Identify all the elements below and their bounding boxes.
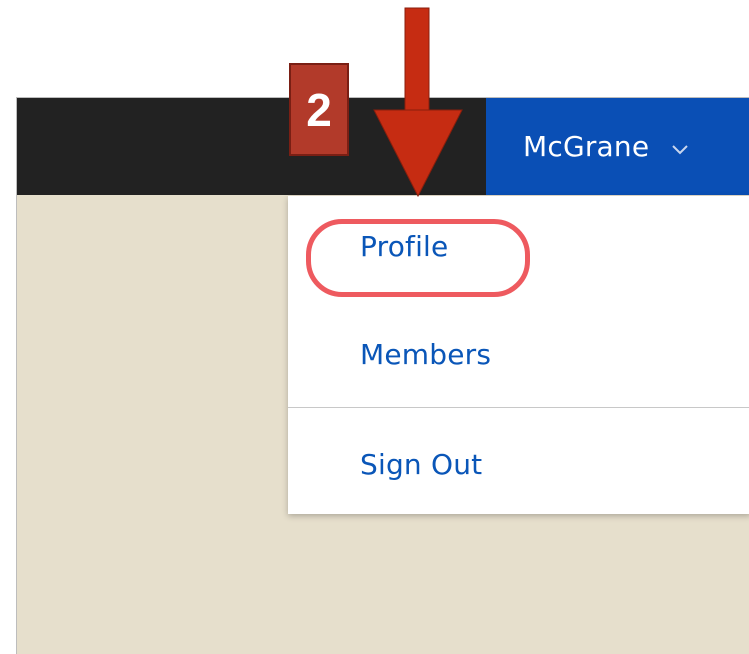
menu-divider [288,407,749,408]
menu-item-members[interactable]: Members [360,338,491,371]
chevron-down-icon [671,141,689,154]
arrow-down-icon [373,7,463,198]
step-number-badge: 2 [289,63,349,156]
profile-highlight-ring [306,219,530,297]
user-name-label: McGrane [523,130,650,163]
menu-item-sign-out[interactable]: Sign Out [360,448,482,481]
user-menu-button[interactable]: McGrane [486,98,749,195]
step-number-label: 2 [306,84,332,136]
